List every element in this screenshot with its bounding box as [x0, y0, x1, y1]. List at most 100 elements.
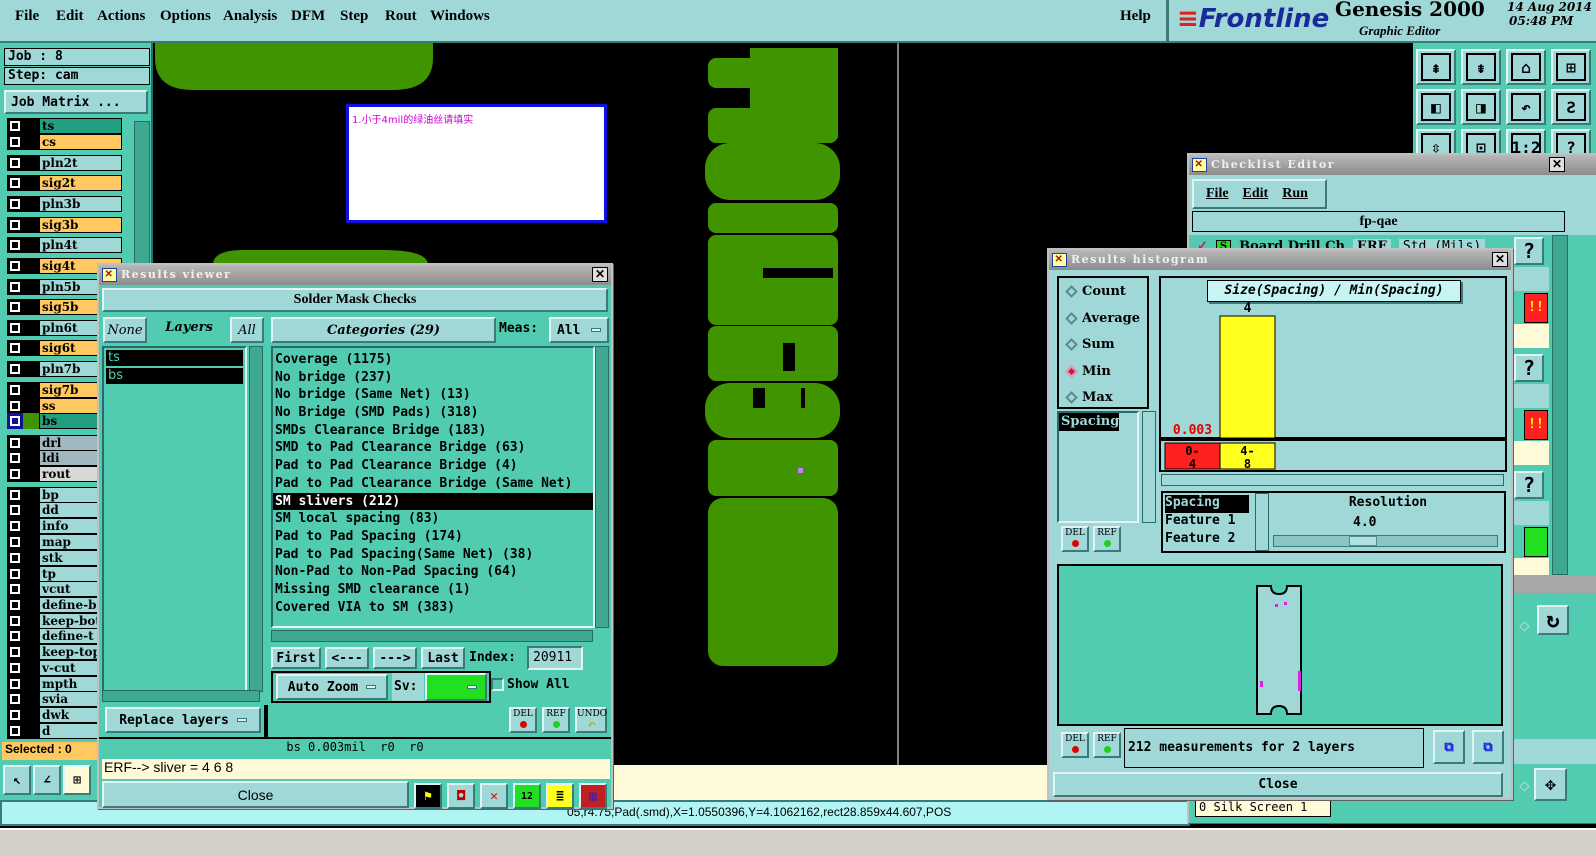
layer-checkbox[interactable]: [7, 707, 23, 723]
menu-dfm[interactable]: DFM: [291, 8, 325, 25]
layer-row-ts[interactable]: ts: [7, 118, 122, 134]
slider-thumb[interactable]: [1349, 536, 1377, 546]
menu-rout[interactable]: Rout: [385, 8, 417, 25]
layer-checkbox[interactable]: [7, 382, 23, 398]
layer-checkbox[interactable]: [7, 566, 23, 582]
check-set-button[interactable]: Solder Mask Checks: [102, 288, 608, 312]
ref-button[interactable]: REF: [1093, 526, 1121, 552]
check-status-indicator[interactable]: !!: [1524, 293, 1548, 323]
radio-diamond-icon[interactable]: [1065, 311, 1078, 325]
auto-zoom-dropdown[interactable]: Auto Zoom: [276, 674, 388, 700]
category-item[interactable]: Pad to Pad Clearance Bridge (Same Net): [273, 475, 593, 493]
category-item[interactable]: Coverage (1175): [273, 351, 593, 369]
show-all-checkbox[interactable]: Show All: [491, 677, 570, 692]
histogram-bar[interactable]: [1219, 315, 1276, 439]
first-button[interactable]: First: [271, 647, 321, 669]
mode-radio-sum[interactable]: Sum: [1065, 337, 1115, 352]
help-button[interactable]: ?: [1514, 354, 1544, 382]
layer-checkbox[interactable]: [7, 279, 23, 295]
layer-checkbox[interactable]: [7, 196, 23, 212]
results-viewer-titlebar[interactable]: ✕ Results viewer ✕: [99, 265, 611, 285]
category-item[interactable]: SMDs Clearance Bridge (183): [273, 422, 593, 440]
results-close-button[interactable]: Close: [102, 781, 409, 808]
menu-actions[interactable]: Actions: [97, 8, 145, 25]
layer-checkbox[interactable]: [7, 299, 23, 315]
layer-checkbox[interactable]: [7, 466, 23, 482]
check-status-indicator[interactable]: !!: [1524, 410, 1548, 440]
layer-checkbox[interactable]: [7, 487, 23, 503]
checklist-menu-run[interactable]: Run: [1282, 186, 1308, 202]
layer-checkbox[interactable]: [7, 320, 23, 336]
layer-checkbox[interactable]: [7, 118, 23, 134]
snap-button[interactable]: Ƨ: [1551, 89, 1591, 125]
checklist-scrollbar[interactable]: [1552, 235, 1568, 575]
mode-radio-max[interactable]: Max: [1065, 390, 1113, 405]
layer-checkbox[interactable]: [7, 450, 23, 466]
checklist-editor-titlebar[interactable]: ✕ Checklist Editor ✕: [1189, 155, 1596, 175]
menu-options[interactable]: Options: [160, 8, 211, 25]
category-item[interactable]: Pad to Pad Spacing(Same Net) (38): [273, 546, 593, 564]
radio-diamond-icon[interactable]: [1065, 285, 1078, 298]
export-histogram-button[interactable]: ⧉: [1433, 730, 1465, 764]
layers-all-button[interactable]: All: [230, 317, 264, 343]
del-button[interactable]: DEL: [509, 707, 537, 733]
sort-list[interactable]: Spacing Feature 1 Feature 2: [1165, 495, 1251, 549]
layer-row-sig3b[interactable]: sig3b: [7, 217, 122, 233]
measure-list-scrollbar[interactable]: [1142, 411, 1156, 523]
layer-checkbox[interactable]: [7, 723, 23, 739]
sort-list-item[interactable]: Spacing: [1165, 495, 1249, 513]
mode-radio-count[interactable]: Count: [1065, 284, 1126, 299]
layer-checkbox[interactable]: [7, 628, 23, 644]
undo-button[interactable]: UNDO ↶: [575, 707, 607, 733]
grid-xy-button[interactable]: ⊞: [1551, 49, 1591, 85]
layer-row-sig2t[interactable]: sig2t: [7, 175, 122, 191]
category-list-hscrollbar[interactable]: [271, 630, 593, 642]
layer-checkbox[interactable]: [7, 534, 23, 550]
layer-checkbox[interactable]: [7, 155, 23, 171]
note-box[interactable]: 1.小于4mil的绿油丝请填实: [346, 104, 607, 223]
report-button[interactable]: ≣: [546, 783, 574, 809]
category-item[interactable]: No bridge (Same Net) (13): [273, 386, 593, 404]
undo-view-button[interactable]: ↶: [1506, 89, 1546, 125]
histogram-button[interactable]: ▥: [579, 783, 607, 809]
layer-row-cs[interactable]: cs: [7, 134, 122, 150]
category-list[interactable]: Coverage (1175) No bridge (237) No bridge …: [271, 346, 595, 628]
severity-dropdown[interactable]: [425, 673, 487, 701]
result-layer-item[interactable]: bs: [106, 368, 243, 384]
job-matrix-button[interactable]: Job Matrix ...: [4, 90, 148, 114]
menu-step[interactable]: Step: [340, 8, 368, 25]
meas-dropdown[interactable]: All: [549, 317, 609, 343]
last-button[interactable]: Last: [421, 647, 465, 669]
sort-list-item[interactable]: Feature 2: [1165, 531, 1251, 549]
layer-checkbox[interactable]: [7, 502, 23, 518]
checklist-menu-edit[interactable]: Edit: [1243, 186, 1269, 202]
measure-list[interactable]: Spacing: [1057, 411, 1139, 523]
layer-checkbox[interactable]: [7, 597, 23, 613]
layer-checkbox[interactable]: [7, 340, 23, 356]
layer-row-pln3b[interactable]: pln3b: [7, 196, 122, 212]
category-item[interactable]: Covered VIA to SM (383): [273, 599, 593, 617]
category-item[interactable]: No Bridge (SMD Pads) (318): [273, 404, 593, 422]
measure-tool-button[interactable]: ∠: [33, 765, 61, 795]
layer-checkbox[interactable]: [7, 413, 23, 429]
layer-checkbox[interactable]: [7, 644, 23, 660]
pan-left-button[interactable]: ◧: [1416, 89, 1456, 125]
results-layer-list[interactable]: ts bs: [102, 346, 247, 692]
category-item[interactable]: SM local spacing (83): [273, 510, 593, 528]
resolution-slider[interactable]: [1273, 535, 1498, 547]
category-item[interactable]: No bridge (237): [273, 369, 593, 387]
menu-file[interactable]: File: [15, 8, 39, 25]
pan-up-button[interactable]: ⇞: [1416, 49, 1456, 85]
category-item[interactable]: Pad to Pad Spacing (174): [273, 528, 593, 546]
layer-checkbox[interactable]: [7, 435, 23, 451]
help-button[interactable]: ?: [1514, 471, 1544, 499]
radio-diamond-icon[interactable]: [1065, 338, 1078, 351]
layer-checkbox[interactable]: [7, 398, 23, 414]
layer-checkbox[interactable]: [7, 134, 23, 150]
checklist-row-silk-screen[interactable]: 0 Silk Screen 1: [1195, 799, 1331, 817]
checklist-menu-file[interactable]: File: [1206, 186, 1229, 202]
layer-checkbox[interactable]: [7, 550, 23, 566]
layer-list-hscrollbar[interactable]: [102, 690, 260, 702]
close-icon[interactable]: ✕: [1492, 252, 1508, 267]
menu-analysis[interactable]: Analysis: [223, 8, 277, 25]
